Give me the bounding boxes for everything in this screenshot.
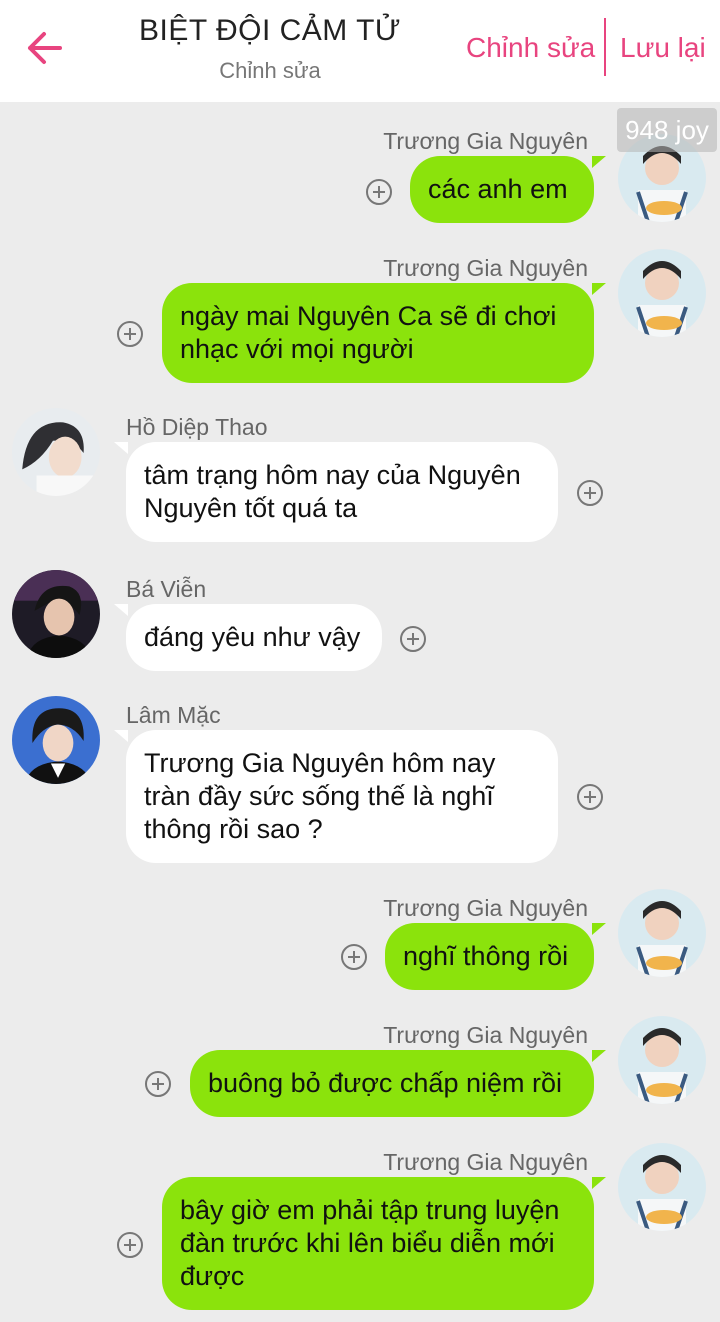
sender-name: Bá Viễn: [126, 576, 207, 602]
message-bubble[interactable]: đáng yêu như vậy: [126, 604, 382, 671]
avatar[interactable]: [12, 570, 100, 658]
bubble-tail: [592, 1177, 606, 1189]
header-divider: [604, 18, 606, 76]
add-reaction-icon[interactable]: [341, 944, 367, 970]
bubble-tail: [114, 604, 128, 616]
sender-name: Trương Gia Nguyên: [383, 895, 588, 921]
message-bubble[interactable]: Trương Gia Nguyên hôm nay tràn đầy sức s…: [126, 730, 558, 863]
chat-subtitle: Chỉnh sửa: [219, 58, 321, 83]
bubble-tail: [592, 1050, 606, 1062]
message-bubble[interactable]: nghĩ thông rồi: [385, 923, 594, 990]
message-row: Trương Gia Nguyên buông bỏ được chấp niệ…: [0, 1016, 720, 1120]
chat-title: BIỆT ĐỘI CẢM TỬ: [138, 14, 402, 47]
sender-name: Lâm Mặc: [126, 702, 221, 728]
add-reaction-icon[interactable]: [577, 480, 603, 506]
avatar[interactable]: [618, 1143, 706, 1231]
avatar[interactable]: [12, 696, 100, 784]
add-reaction-icon[interactable]: [366, 179, 392, 205]
bubble-tail: [592, 923, 606, 935]
message-bubble[interactable]: bây giờ em phải tập trung luyện đàn trướ…: [162, 1177, 594, 1310]
add-reaction-icon[interactable]: [400, 626, 426, 652]
message-bubble[interactable]: tâm trạng hôm nay của Nguyên Nguyên tốt …: [126, 442, 558, 542]
avatar[interactable]: [618, 249, 706, 337]
add-reaction-icon[interactable]: [145, 1071, 171, 1097]
message-bubble[interactable]: ngày mai Nguyên Ca sẽ đi chơi nhạc với m…: [162, 283, 594, 383]
bubble-tail: [114, 730, 128, 742]
message-bubble[interactable]: buông bỏ được chấp niệm rồi: [190, 1050, 594, 1117]
app-header: BIỆT ĐỘI CẢM TỬ Chỉnh sửa Chỉnh sửa Lưu …: [0, 0, 720, 102]
bubble-tail: [592, 283, 606, 295]
message-row: Trương Gia Nguyên nghĩ thông rồi: [0, 889, 720, 993]
avatar[interactable]: [12, 408, 100, 496]
message-row: Trương Gia Nguyên bây giờ em phải tập tr…: [0, 1143, 720, 1317]
save-button[interactable]: Lưu lại: [620, 32, 706, 64]
message-row: Trương Gia Nguyên ngày mai Nguyên Ca sẽ …: [0, 249, 720, 388]
avatar[interactable]: [618, 889, 706, 977]
message-row: Bá Viễn đáng yêu như vậy: [0, 570, 720, 674]
sender-name: Trương Gia Nguyên: [383, 128, 588, 154]
back-arrow-icon[interactable]: [22, 26, 66, 70]
add-reaction-icon[interactable]: [117, 1232, 143, 1258]
edit-button[interactable]: Chỉnh sửa: [466, 32, 595, 64]
bubble-tail: [592, 156, 606, 168]
add-reaction-icon[interactable]: [577, 784, 603, 810]
sender-name: Trương Gia Nguyên: [383, 255, 588, 281]
sender-name: Trương Gia Nguyên: [383, 1149, 588, 1175]
message-bubble[interactable]: các anh em: [410, 156, 594, 223]
sender-name: Hồ Diệp Thao: [126, 414, 268, 440]
message-row: Lâm Mặc Trương Gia Nguyên hôm nay tràn đ…: [0, 696, 720, 870]
watermark-label: 948 joy: [617, 108, 717, 152]
bubble-tail: [114, 442, 128, 454]
message-row: Hồ Diệp Thao tâm trạng hôm nay của Nguyê…: [0, 408, 720, 547]
avatar[interactable]: [618, 1016, 706, 1104]
sender-name: Trương Gia Nguyên: [383, 1022, 588, 1048]
add-reaction-icon[interactable]: [117, 321, 143, 347]
message-row: Trương Gia Nguyên các anh em: [0, 126, 720, 226]
